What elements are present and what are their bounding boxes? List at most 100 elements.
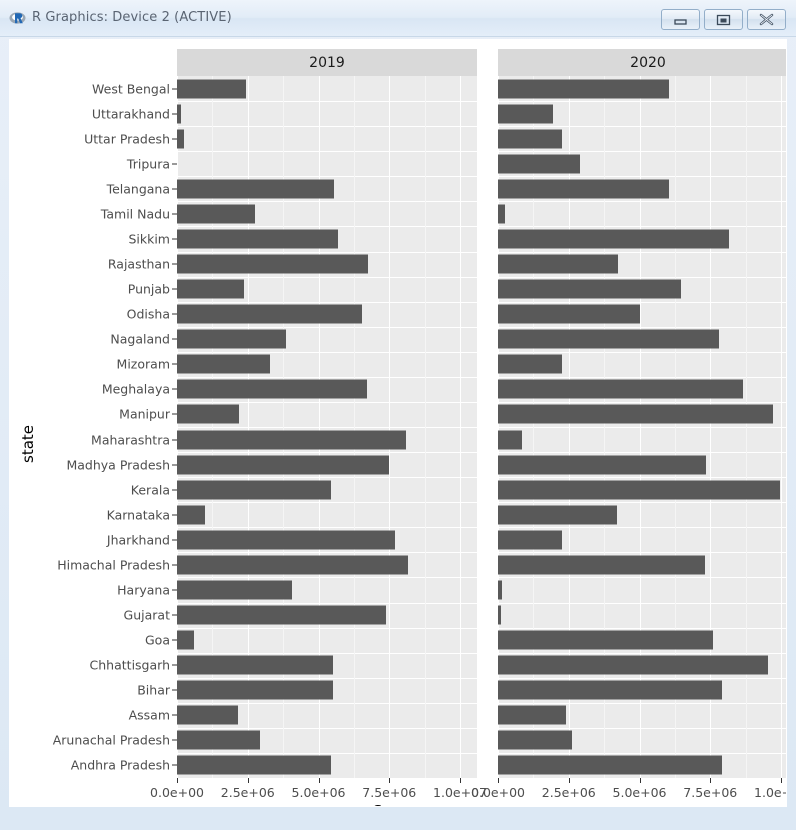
y-axis-tick-label: Tamil Nadu (100, 206, 170, 222)
gridline-horizontal (177, 276, 477, 278)
bar (177, 705, 238, 725)
bar (498, 480, 780, 500)
gridline-horizontal (498, 552, 786, 554)
panel-2019 (177, 76, 477, 778)
x-axis-title: Survey (10, 802, 786, 806)
y-axis-tick-label: Jharkhand (106, 532, 170, 548)
bar (177, 580, 292, 600)
bar (498, 605, 501, 625)
bar (498, 279, 681, 299)
gridline-horizontal (498, 652, 786, 654)
bar (177, 455, 390, 475)
bar (177, 204, 255, 224)
gridline-horizontal (177, 226, 477, 228)
x-axis-tick-mark (639, 778, 641, 783)
bar (498, 354, 562, 374)
gridline-major (460, 76, 462, 778)
x-axis-tick-mark (498, 778, 499, 783)
bar (177, 680, 333, 700)
plot-area: state 2019 2020 West Bengal Uttarakhand Ut… (9, 39, 787, 807)
bar (177, 129, 185, 149)
y-axis-tick-label: Mizoram (116, 356, 170, 372)
panel-2020 (498, 76, 786, 778)
y-axis-tick-label: Uttarakhand (91, 106, 170, 122)
bar (498, 104, 554, 124)
bar (177, 254, 369, 274)
gridline-horizontal (177, 301, 477, 303)
gridline-horizontal (177, 351, 477, 353)
gridline-horizontal (177, 251, 477, 253)
bar (498, 79, 670, 99)
minimize-icon (674, 19, 687, 25)
y-axis-tick-label: Uttar Pradesh (84, 131, 170, 147)
gridline-horizontal (177, 652, 477, 654)
bar (498, 730, 572, 750)
gridline-horizontal (498, 602, 786, 604)
close-icon (759, 13, 774, 26)
gridline-horizontal (177, 101, 477, 103)
gridline-horizontal (177, 126, 477, 128)
maximize-button[interactable] (704, 9, 743, 30)
gridline-horizontal (177, 477, 477, 479)
gridline-horizontal (177, 502, 477, 504)
bar (177, 379, 367, 399)
gridline-horizontal (498, 226, 786, 228)
bar (498, 755, 722, 775)
gridline-horizontal (177, 602, 477, 604)
gridline-horizontal (177, 727, 477, 729)
x-axis-2019: 0.0e+00 2.5e+06 5.0e+06 7.5e+06 1.0e+07 (150, 778, 487, 802)
bar (177, 630, 194, 650)
gridline-horizontal (177, 201, 477, 203)
y-axis-tick-label: Odisha (126, 306, 170, 322)
gridline-minor (353, 76, 355, 778)
gridline-horizontal (177, 677, 477, 679)
gridline-horizontal (177, 401, 477, 403)
y-axis-tick-label: Tripura (126, 156, 170, 172)
bar (498, 404, 773, 424)
gridline-horizontal (177, 702, 477, 704)
bar (498, 329, 719, 349)
x-axis-tick-label: 0.0e+00 (150, 785, 204, 800)
y-axis-tick-label: Kerala (130, 482, 170, 498)
gridline-horizontal (177, 176, 477, 178)
bar (177, 354, 271, 374)
facet-label: 2019 (309, 54, 345, 71)
gridline-horizontal (498, 326, 786, 328)
bar (177, 229, 339, 249)
gridline-horizontal (177, 577, 477, 579)
bar (498, 555, 705, 575)
facet-strip-2020: 2020 (498, 49, 786, 76)
gridline-horizontal (498, 401, 786, 403)
bar (177, 555, 408, 575)
bar (177, 730, 261, 750)
y-axis-tick-label: Rajasthan (107, 256, 170, 272)
gridline-horizontal (177, 627, 477, 629)
bar (177, 530, 395, 550)
close-button[interactable] (747, 9, 786, 30)
bar (498, 229, 729, 249)
bar (498, 505, 617, 525)
window-titlebar[interactable]: R Graphics: Device 2 (ACTIVE) (0, 0, 796, 37)
gridline-horizontal (498, 627, 786, 629)
gridline-horizontal (498, 677, 786, 679)
bar (498, 705, 566, 725)
y-axis-tick-label: Chhattisgarh (89, 657, 170, 673)
x-axis-tick-label: 5.0e+06 (291, 785, 346, 800)
gridline-horizontal (177, 326, 477, 328)
minimize-button[interactable] (661, 9, 700, 30)
bar (177, 755, 332, 775)
x-axis-tick-mark (568, 778, 570, 783)
y-axis-tick-label: Gujarat (123, 607, 170, 623)
y-axis-tick-label: Arunachal Pradesh (52, 732, 170, 748)
bar (498, 179, 670, 199)
facet-label: 2020 (630, 54, 666, 71)
bar (177, 505, 206, 525)
bar (498, 430, 523, 450)
gridline-major (781, 76, 783, 778)
y-axis-tick-label: Himachal Pradesh (57, 557, 170, 573)
y-axis-tick-label: Sikkim (128, 231, 170, 247)
gridline-horizontal (498, 201, 786, 203)
gridline-horizontal (177, 527, 477, 529)
gridline-horizontal (498, 376, 786, 378)
gridline-horizontal (498, 101, 786, 103)
